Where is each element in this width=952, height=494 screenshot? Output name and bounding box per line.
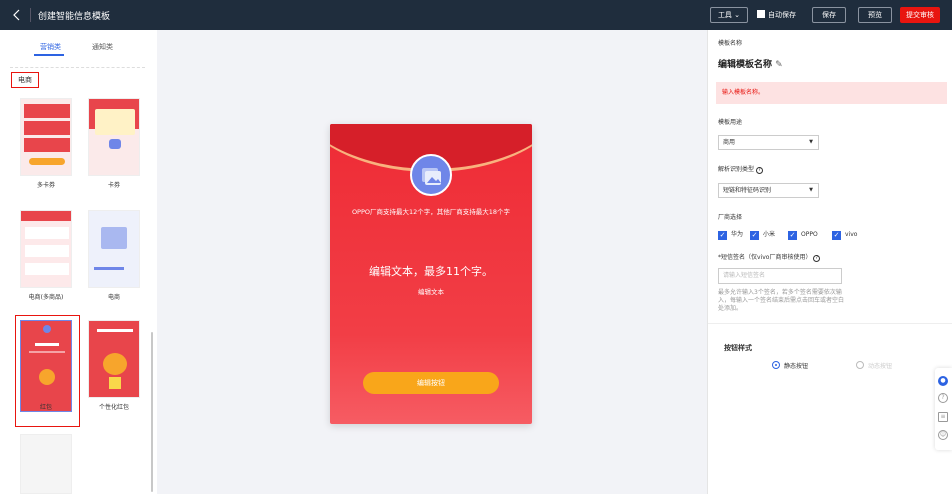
parse-type-select[interactable]: 短链和特征码识别 ▼ [718, 183, 819, 198]
template-label: 卡券 [107, 182, 120, 189]
usage-value: 商用 [723, 139, 736, 146]
button-style-label: 按钮样式 [724, 344, 752, 352]
template-card-coupon[interactable] [88, 98, 140, 176]
tools-dropdown[interactable]: 工具 ⌄ [710, 7, 748, 23]
tab-indicator [34, 54, 64, 56]
parse-type-label: 解析识别类型 ? [718, 164, 763, 174]
autosave-checkbox[interactable]: 自动保存 [756, 7, 806, 23]
vendor-checkbox-oppo[interactable]: ✓ OPPO [788, 230, 818, 240]
vendor-checkbox-xiaomi[interactable]: ✓ 小米 [750, 230, 775, 240]
radio-label: 静态按钮 [784, 363, 809, 370]
preview-button[interactable]: 预览 [858, 7, 892, 23]
preview-subtext[interactable]: 编辑文本 [330, 286, 532, 296]
radio-static-button[interactable]: 静态按钮 [772, 361, 808, 370]
checkbox-icon [757, 10, 765, 18]
vendor-checkbox-vivo[interactable]: ✓ vivo [832, 230, 857, 240]
preview-action-button[interactable]: 编辑按钮 [363, 372, 499, 394]
sign-input[interactable]: 请输入短信签名 [718, 268, 842, 284]
feedback-icon[interactable]: ☺ [938, 430, 948, 440]
page-title: 创建智能信息模板 [38, 12, 111, 22]
radio-selected-icon [772, 361, 780, 369]
sign-hint: 最多允许输入3个签名，若多个签名需要依次输入，每输入一个签名结束后需点击回车或者… [718, 289, 845, 312]
template-card-personalized-envelope[interactable] [88, 320, 140, 398]
template-card-ecommerce-multi[interactable] [20, 210, 72, 288]
template-card-placeholder[interactable] [20, 434, 72, 494]
tools-label: 工具 [717, 11, 732, 19]
template-name-label: 模板名称 [718, 40, 743, 47]
vendor-label-text: 小米 [763, 231, 776, 238]
vendor-label-text: 华为 [731, 231, 744, 238]
category-label: 电商 [11, 72, 39, 88]
radio-icon [856, 361, 864, 369]
autosave-label: 自动保存 [768, 11, 796, 19]
template-panel: 营销类 通知类 电商 多卡券 卡券 电商(多商品) 电商 红包 个性化红包 [0, 30, 157, 494]
scrollbar[interactable] [151, 332, 153, 492]
support-icon[interactable]: ● [938, 376, 948, 386]
preview-heading[interactable]: 编辑文本，最多11个字。 [330, 263, 532, 279]
parse-type-text: 解析识别类型 [718, 166, 755, 173]
checkbox-checked-icon: ✓ [832, 231, 841, 240]
sign-label-text: *短信签名（仅vivo厂商审核使用） [718, 254, 812, 261]
template-name-value: 编辑模板名称 [718, 60, 773, 70]
chevron-down-icon: ⌄ [734, 11, 741, 19]
help-icon[interactable]: ? [755, 167, 763, 174]
chevron-left-icon [13, 9, 20, 21]
submit-button[interactable]: 提交审核 [900, 7, 940, 23]
sign-label: *短信签名（仅vivo厂商审核使用） ? [718, 252, 821, 262]
divider [10, 67, 145, 68]
vendor-label: 厂商选择 [718, 214, 743, 221]
template-card-multi-coupon[interactable] [20, 98, 72, 176]
tab-marketing[interactable]: 营销类 [40, 42, 61, 52]
help-icon[interactable]: ? [938, 393, 948, 403]
red-envelope-preview: OPPO厂商支持最大12个字，其他厂商支持最大18个字 编辑文本，最多11个字。… [330, 124, 532, 424]
template-label: 个性化红包 [98, 404, 129, 411]
checkbox-checked-icon: ✓ [750, 231, 759, 240]
radio-label: 动态按钮 [868, 363, 893, 370]
vendor-notice: OPPO厂商支持最大12个字，其他厂商支持最大18个字 [351, 208, 511, 216]
tab-notification[interactable]: 通知类 [92, 42, 113, 52]
vendor-label-text: OPPO [801, 231, 818, 238]
radio-dynamic-button[interactable]: 动态按钮 [856, 361, 892, 370]
usage-select[interactable]: 商用 ▼ [718, 135, 819, 150]
divider [30, 8, 31, 22]
caret-down-icon: ▼ [809, 187, 813, 193]
usage-label: 模板用途 [718, 119, 743, 126]
parse-type-value: 短链和特征码识别 [723, 187, 772, 194]
checkbox-checked-icon: ✓ [788, 231, 797, 240]
template-label: 多卡券 [36, 182, 55, 189]
vendor-checkbox-huawei[interactable]: ✓ 华为 [718, 230, 743, 240]
template-name-field[interactable]: 编辑模板名称 ✎ [718, 57, 783, 70]
template-label: 电商(多商品) [28, 294, 64, 301]
help-icon[interactable]: ? [813, 255, 821, 262]
divider [708, 323, 952, 324]
top-bar: 创建智能信息模板 工具 ⌄ 自动保存 保存 预览 提交审核 [0, 0, 952, 30]
vendor-label-text: vivo [845, 231, 858, 238]
back-button[interactable] [10, 8, 24, 22]
checkbox-checked-icon: ✓ [718, 231, 727, 240]
caret-down-icon: ▼ [809, 139, 813, 145]
error-alert: 输入模板名称。 [716, 82, 947, 104]
settings-panel: 模板名称 编辑模板名称 ✎ 输入模板名称。 模板用途 商用 ▼ 解析识别类型 ?… [707, 30, 952, 494]
template-label: 电商 [107, 294, 120, 301]
selected-highlight [15, 315, 80, 427]
template-card-ecommerce[interactable] [88, 210, 140, 288]
pencil-icon[interactable]: ✎ [775, 60, 783, 70]
image-icon[interactable] [410, 154, 452, 196]
save-button[interactable]: 保存 [812, 7, 846, 23]
floating-toolbar: ● ? ≡ ☺ [935, 368, 952, 450]
document-icon[interactable]: ≡ [938, 412, 948, 422]
